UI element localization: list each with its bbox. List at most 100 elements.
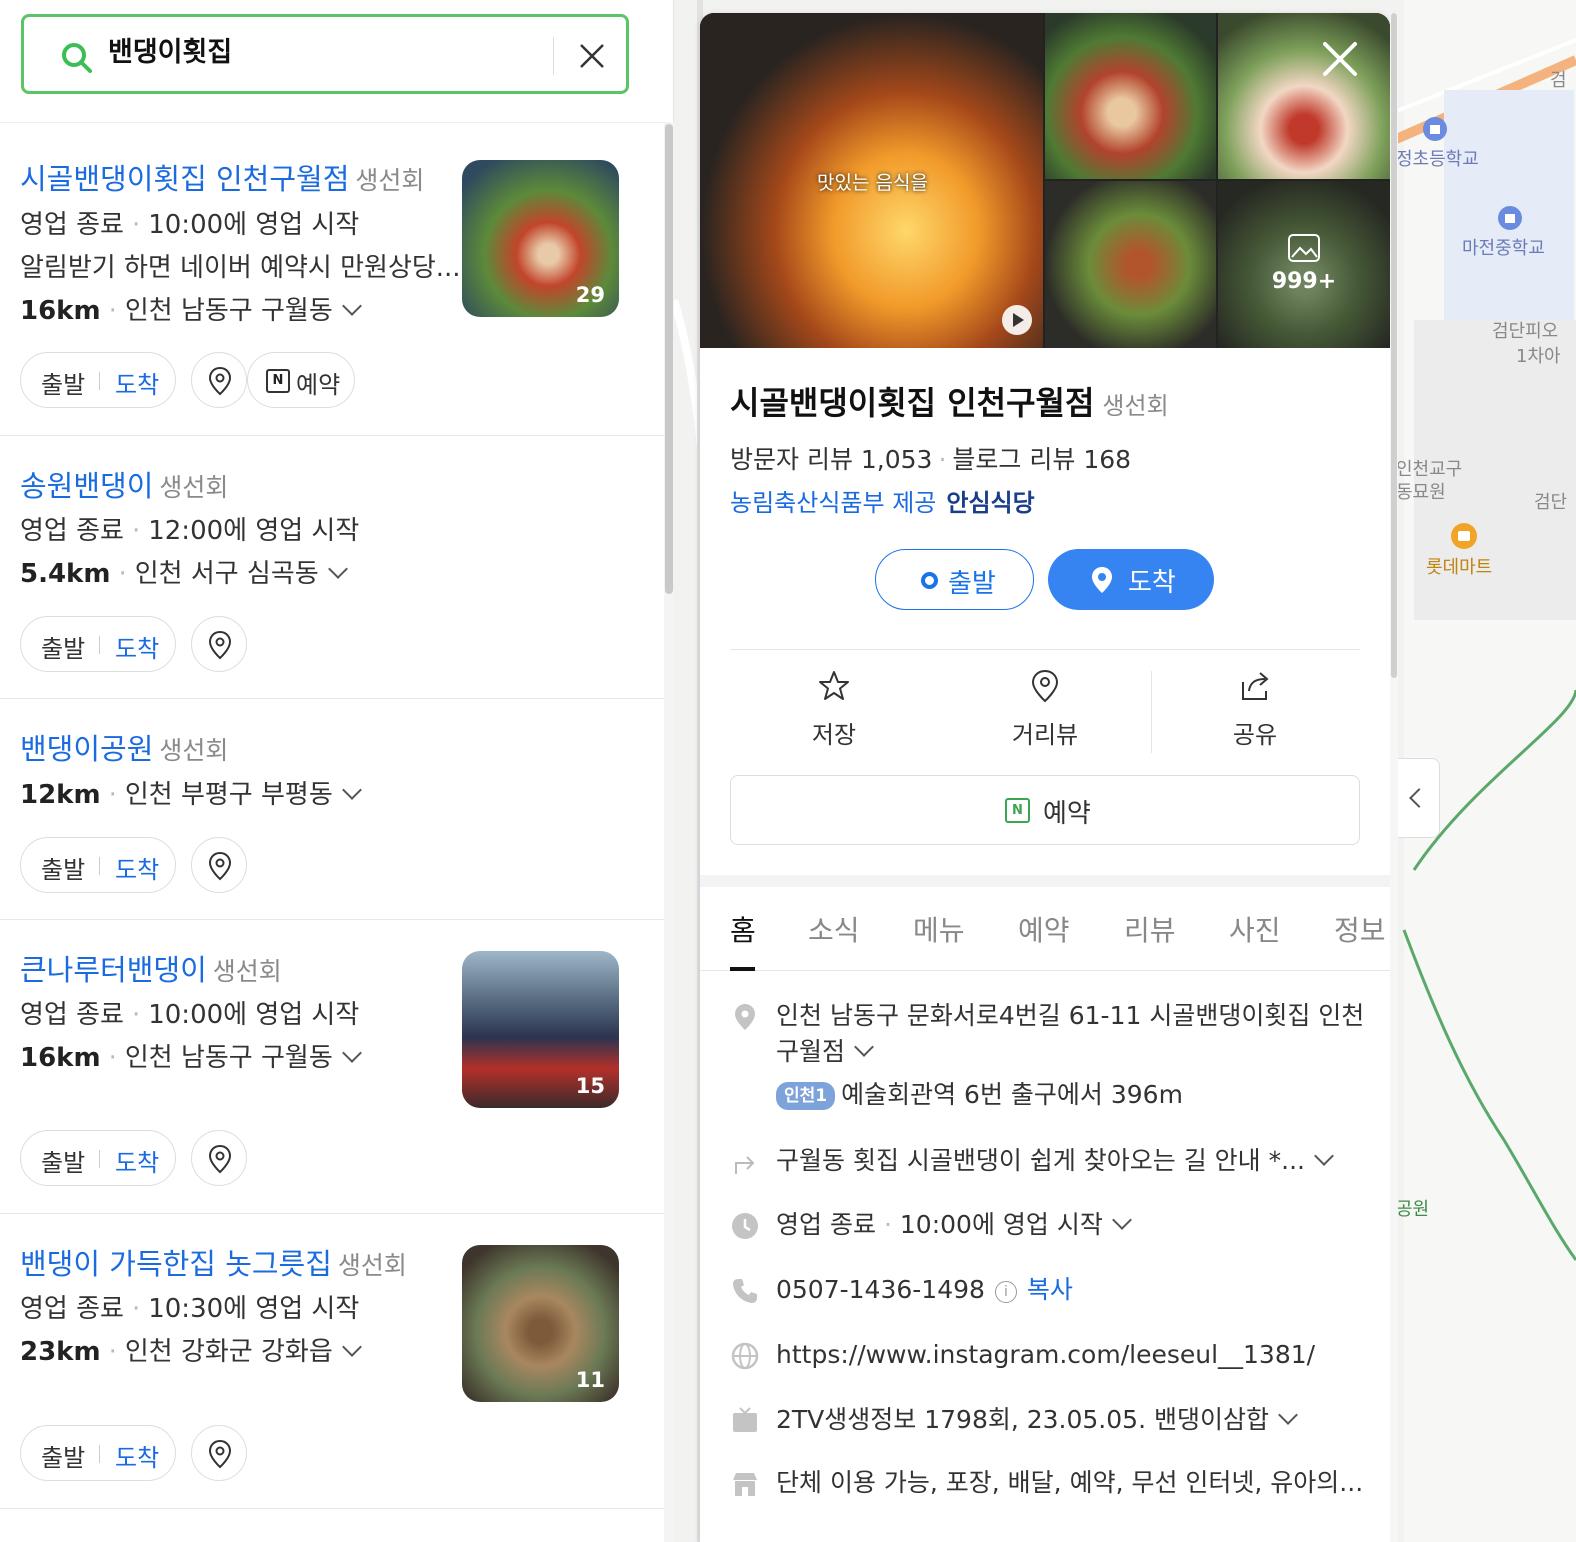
reserve-button[interactable]: N 예약 xyxy=(730,775,1360,845)
search-input[interactable]: 밴댕이횟집 xyxy=(108,33,232,73)
star-icon xyxy=(819,671,849,700)
detail-scrollbar[interactable] xyxy=(1390,13,1398,1542)
school-icon xyxy=(1498,206,1522,230)
search-results-panel: 밴댕이횟집 시골밴댕이횟집 인천구월점 생선회 영업 종료 · 10:00에 영업 시… xyxy=(0,0,674,1542)
map-pin-button[interactable] xyxy=(191,1425,247,1481)
subway-info: 인천1 예술회관역 6번 출구에서 396m xyxy=(776,1077,1183,1113)
search-icon xyxy=(62,43,92,73)
place-category: 생선회 xyxy=(337,1251,407,1280)
tab-news[interactable]: 소식 xyxy=(808,909,860,949)
gallery-photo[interactable] xyxy=(1045,181,1216,348)
arrive-button[interactable]: 도착 xyxy=(115,850,159,885)
video-thumbnail[interactable]: 맛있는 음식을 xyxy=(700,13,1043,348)
arrive-button[interactable]: 도착 xyxy=(115,1438,159,1473)
place-thumbnail[interactable]: 15 xyxy=(462,951,619,1108)
list-item[interactable]: 송원밴댕이 생선회 영업 종료 · 12:00에 영업 시작 5.4km · 인천 서구 … xyxy=(0,436,664,699)
location-line[interactable]: 16km · 인천 남동구 구월동 xyxy=(20,1040,362,1076)
location-line[interactable]: 12km · 인천 부평구 부평동 xyxy=(20,777,362,813)
route-button[interactable]: 출발 도착 xyxy=(20,616,176,672)
business-hours: 영업 종료 · 10:00에 영업 시작 xyxy=(20,1000,360,1030)
tab-home[interactable]: 홈 xyxy=(730,909,756,949)
blog-reviews-link[interactable]: 블로그 리뷰 168 xyxy=(952,445,1131,474)
map-pin-button[interactable] xyxy=(191,616,247,672)
route-button[interactable]: 출발 도착 xyxy=(20,1130,176,1186)
tab-info[interactable]: 정보 xyxy=(1334,909,1386,949)
location-line[interactable]: 5.4km · 인천 서구 심곡동 xyxy=(20,556,348,592)
business-hours: 영업 종료 · 12:00에 영업 시작 xyxy=(20,516,360,546)
address-text-cont[interactable]: 구월점 xyxy=(776,1034,874,1070)
place-name-link[interactable]: 밴댕이 가득한집 놋그릇집 생선회 xyxy=(20,1244,407,1286)
arrive-button[interactable]: 도착 xyxy=(115,629,159,664)
arrive-button[interactable]: 도착 xyxy=(115,1143,159,1178)
review-summary: 방문자 리뷰 1,053 · 블로그 리뷰 168 xyxy=(730,445,1132,474)
share-button[interactable]: 공유 xyxy=(1195,669,1315,750)
photo-count: 15 xyxy=(575,1074,605,1098)
gallery-photo[interactable] xyxy=(1218,13,1390,179)
depart-button[interactable]: 출발 xyxy=(41,629,85,664)
play-icon[interactable] xyxy=(1002,305,1032,335)
website-link[interactable]: https://www.instagram.com/leeseul__1381/ xyxy=(776,1337,1315,1373)
depart-button[interactable]: 출발 xyxy=(41,365,85,400)
image-icon xyxy=(1288,234,1320,262)
list-item[interactable]: 큰나루터밴댕이 생선회 영업 종료 · 10:00에 영업 시작 16km · 인천 남동… xyxy=(0,920,664,1214)
place-thumbnail[interactable]: 29 xyxy=(462,160,619,317)
results-scrollbar[interactable] xyxy=(664,122,674,1542)
chevron-down-icon xyxy=(341,1043,362,1063)
depart-button[interactable]: 출발 xyxy=(875,549,1034,610)
visitor-reviews-link[interactable]: 방문자 리뷰 1,053 xyxy=(730,445,932,474)
close-icon[interactable] xyxy=(1322,41,1358,77)
map-pin-icon xyxy=(208,630,232,660)
place-name-link[interactable]: 송원밴댕이 생선회 xyxy=(20,466,228,508)
depart-button[interactable]: 출발 xyxy=(41,1438,85,1473)
depart-button[interactable]: 출발 xyxy=(41,1143,85,1178)
location-icon xyxy=(735,1004,755,1030)
clear-search-icon[interactable] xyxy=(577,41,607,71)
more-photos-tile[interactable]: 999+ xyxy=(1218,181,1390,348)
info-icon[interactable]: i xyxy=(994,1281,1017,1303)
phone-number[interactable]: 0507-1436-1498 xyxy=(776,1275,985,1304)
reserve-button[interactable]: N 예약 xyxy=(247,352,355,408)
location-line[interactable]: 16km · 인천 남동구 구월동 xyxy=(20,293,362,329)
place-name-link[interactable]: 시골밴댕이횟집 인천구월점 생선회 xyxy=(20,159,424,201)
list-item[interactable]: 밴댕이 가득한집 놋그릇집 생선회 영업 종료 · 10:30에 영업 시작 23km… xyxy=(0,1214,664,1509)
chevron-down-icon xyxy=(854,1037,874,1057)
depart-button[interactable]: 출발 xyxy=(41,850,85,885)
tab-reservation[interactable]: 예약 xyxy=(1018,909,1070,949)
tab-menu[interactable]: 메뉴 xyxy=(913,909,965,949)
map-label: 롯데마트 xyxy=(1426,557,1493,578)
route-button[interactable]: 출발 도착 xyxy=(20,837,176,893)
place-thumbnail[interactable]: 11 xyxy=(462,1245,619,1402)
map-label: 검 xyxy=(1550,70,1567,91)
address-text: 인천 남동구 문화서로4번길 61-11 시골밴댕이횟집 인천 xyxy=(776,1001,1365,1030)
map-pin-button[interactable] xyxy=(191,352,247,408)
tab-reviews[interactable]: 리뷰 xyxy=(1124,909,1176,949)
place-name-link[interactable]: 밴댕이공원 생선회 xyxy=(20,729,228,771)
map-pin-icon xyxy=(208,1439,232,1469)
copy-phone-button[interactable]: 복사 xyxy=(1027,1275,1073,1304)
tab-photos[interactable]: 사진 xyxy=(1229,909,1281,949)
search-box[interactable]: 밴댕이횟집 xyxy=(21,14,629,94)
arrive-button[interactable]: 도착 xyxy=(1048,549,1214,610)
map-label: 공원 xyxy=(1396,1199,1430,1220)
safe-restaurant-badge[interactable]: 농림축산식품부 제공 안심식당 xyxy=(730,483,1035,518)
save-button[interactable]: 저장 xyxy=(774,669,894,750)
map-pin-button[interactable] xyxy=(191,1130,247,1186)
route-button[interactable]: 출발 도착 xyxy=(20,352,176,408)
route-button[interactable]: 출발 도착 xyxy=(20,1425,176,1481)
detail-tabs: 홈 소식 메뉴 예약 리뷰 사진 정보 xyxy=(700,887,1390,971)
list-item[interactable]: 밴댕이공원 생선회 12km · 인천 부평구 부평동 출발 도착 xyxy=(0,699,664,920)
place-title: 시골밴댕이횟집 인천구월점 생선회 xyxy=(730,384,1169,422)
photo-gallery[interactable]: 맛있는 음식을 999+ xyxy=(700,13,1390,348)
map-pin-icon xyxy=(208,366,232,396)
gallery-photo[interactable] xyxy=(1045,13,1216,179)
list-item[interactable]: 시골밴댕이횟집 인천구월점 생선회 영업 종료 · 10:00에 영업 시작 알림받기… xyxy=(0,123,664,436)
map-pin-button[interactable] xyxy=(191,837,247,893)
arrive-button[interactable]: 도착 xyxy=(115,365,159,400)
map-pin-icon xyxy=(208,851,232,881)
collapse-panel-button[interactable] xyxy=(1396,758,1440,838)
location-line[interactable]: 23km · 인천 강화군 강화읍 xyxy=(20,1334,362,1370)
map-label: 동묘원 xyxy=(1396,482,1446,503)
chevron-down-icon xyxy=(341,296,362,316)
place-name-link[interactable]: 큰나루터밴댕이 생선회 xyxy=(20,950,282,992)
streetview-button[interactable]: 거리뷰 xyxy=(985,669,1105,750)
